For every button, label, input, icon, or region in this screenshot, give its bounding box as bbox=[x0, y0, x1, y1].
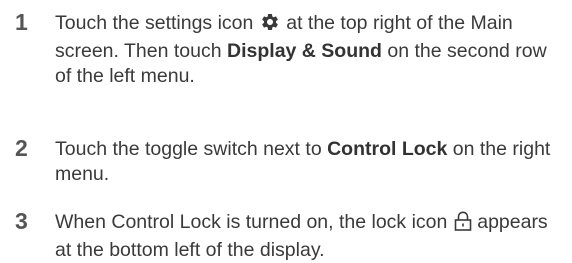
step-text: Touch the toggle switch next to Control … bbox=[55, 137, 565, 187]
step-number: 2 bbox=[15, 135, 28, 161]
lock-icon bbox=[454, 211, 472, 238]
menu-item-control-lock: Control Lock bbox=[327, 138, 448, 160]
gear-icon bbox=[260, 12, 280, 39]
step-number: 3 bbox=[15, 208, 28, 234]
step-text-part: Touch the settings icon bbox=[55, 12, 254, 34]
step-text-part: Touch the toggle switch next to bbox=[55, 138, 322, 160]
step-text: Touch the settings icon at the top right… bbox=[55, 11, 565, 89]
step-number: 1 bbox=[15, 9, 28, 35]
step-text-part: When Control Lock is turned on, the lock… bbox=[55, 211, 448, 233]
step-text: When Control Lock is turned on, the lock… bbox=[55, 210, 565, 263]
menu-item-display-sound: Display & Sound bbox=[227, 40, 382, 62]
instruction-steps: 1 Touch the settings icon at the top rig… bbox=[0, 0, 572, 263]
